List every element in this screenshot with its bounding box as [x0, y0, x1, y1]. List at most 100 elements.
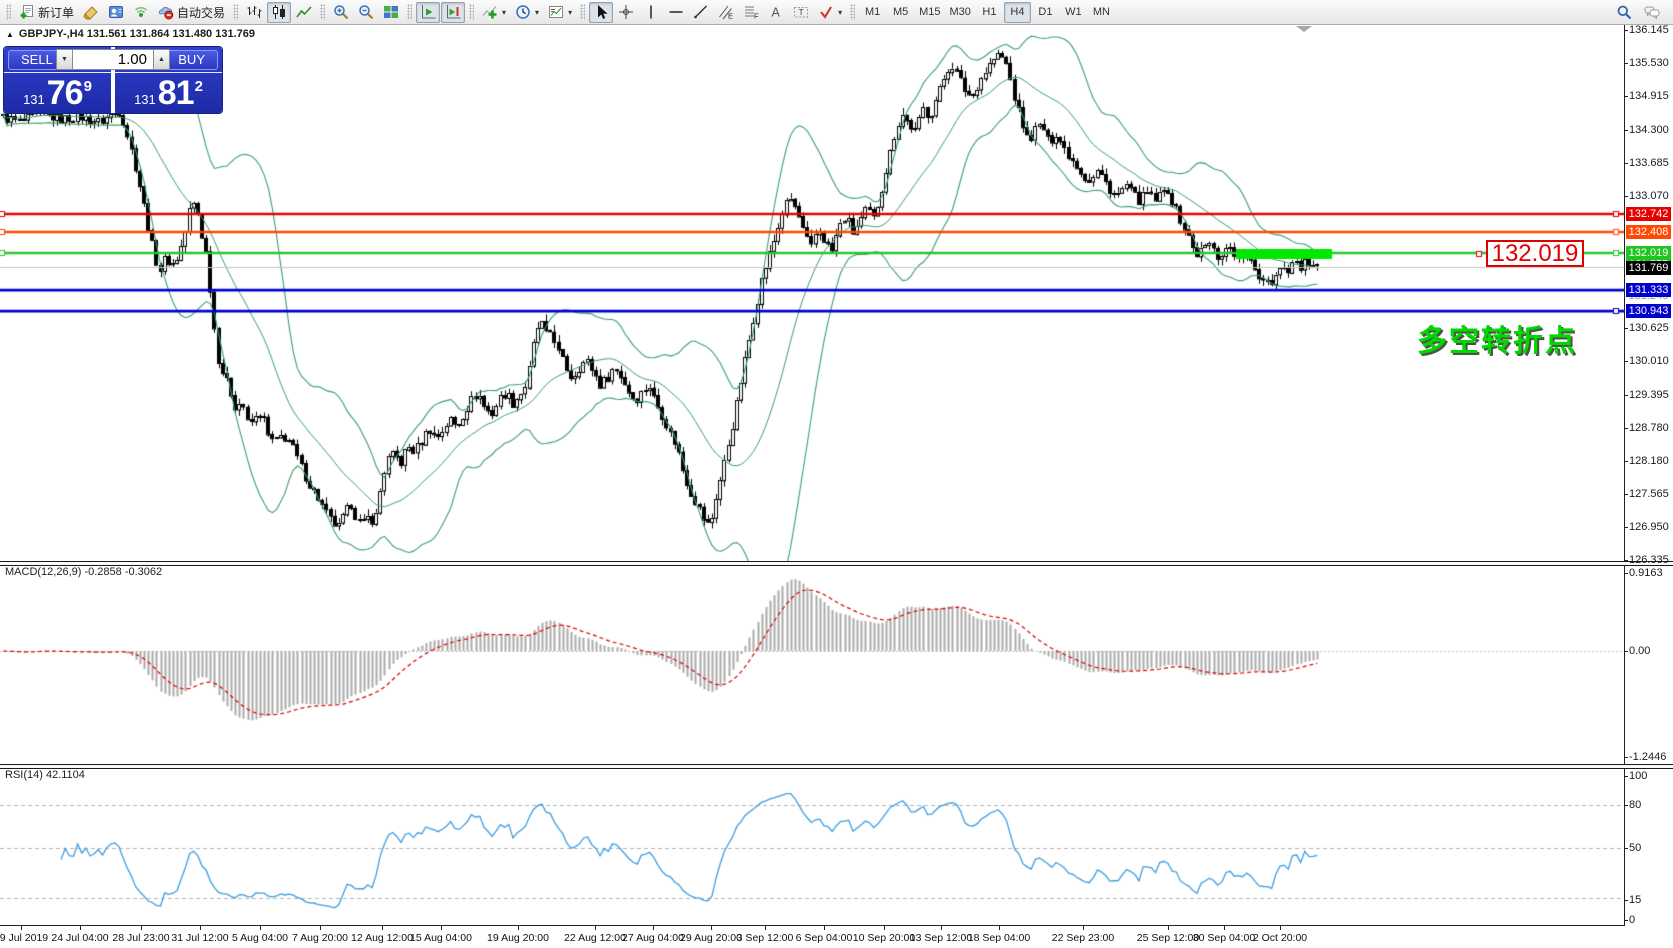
price-line-label: 131.333	[1626, 283, 1671, 297]
text-icon: A	[768, 4, 784, 20]
volume-decrease-button[interactable]: ▼	[56, 49, 73, 70]
buy-button[interactable]: BUY	[165, 50, 218, 70]
main-chart-canvas[interactable]	[0, 25, 1624, 561]
price-line-label: 132.019	[1626, 246, 1671, 260]
pane-separator[interactable]	[0, 561, 1673, 566]
time-tick-label: 27 Aug 04:00	[622, 932, 684, 944]
rsi-canvas[interactable]	[0, 767, 1624, 925]
time-tick-label: 18 Sep 04:00	[968, 932, 1030, 944]
vertical-line-button[interactable]	[639, 2, 663, 23]
eraser-button[interactable]	[79, 2, 103, 23]
price-line-label: 131.769	[1626, 261, 1671, 275]
time-tick-label: 31 Jul 12:00	[171, 932, 228, 944]
volume-increase-button[interactable]: ▲	[153, 49, 170, 70]
crosshair-button[interactable]	[614, 2, 638, 23]
price-tick-label: 135.530	[1629, 57, 1669, 69]
auto-scroll-button[interactable]	[416, 2, 440, 23]
time-tick-label: 25 Sep 12:00	[1137, 932, 1199, 944]
timeframe-W1-button[interactable]: W1	[1060, 2, 1087, 23]
time-tick-mark	[824, 926, 825, 930]
text-button[interactable]: A	[764, 2, 788, 23]
chart-window: ▲ GBPJPY-,H4 131.561 131.864 131.480 131…	[0, 25, 1673, 948]
macd-canvas[interactable]	[0, 564, 1624, 764]
toolbar: 新订单 自动交易 ▾ ▾ ▾ E FA T ▾ M1M5M15M30H1H4D1W1MN	[0, 0, 1673, 25]
one-click-trading-panel: SELL 131769 BUY 131812 ▼ ▲	[3, 46, 223, 114]
new-order-icon	[19, 4, 35, 20]
dropdown-arrow-icon[interactable]: ▾	[837, 8, 842, 17]
time-tick-label: 22 Sep 23:00	[1052, 932, 1114, 944]
time-tick-mark	[260, 926, 261, 930]
indicators-button[interactable]: ▾	[478, 2, 510, 23]
time-tick-mark	[1280, 926, 1281, 930]
svg-text:A: A	[772, 6, 781, 20]
collapse-trade-panel-icon[interactable]: ▲	[6, 30, 14, 39]
timeframe-D1-button[interactable]: D1	[1032, 2, 1059, 23]
buy-price: 131812	[115, 73, 222, 113]
toolbar-right-groups	[1612, 2, 1670, 23]
timeframe-M30-button[interactable]: M30	[946, 2, 975, 23]
time-tick-mark	[1168, 926, 1169, 930]
channel-button[interactable]: E	[714, 2, 738, 23]
templates-button[interactable]: ▾	[544, 2, 576, 23]
bar-chart-button[interactable]	[242, 2, 266, 23]
zoom-in-button[interactable]	[329, 2, 353, 23]
candlestick-chart-button[interactable]	[267, 2, 291, 23]
timeframe-H4-button[interactable]: H4	[1004, 2, 1031, 23]
auto-trading-button[interactable]: 自动交易	[154, 2, 229, 23]
arrows-button[interactable]: ▾	[814, 2, 846, 23]
tile-windows-icon	[383, 4, 399, 20]
tile-windows-button[interactable]	[379, 2, 403, 23]
time-tick-label: 19 Aug 20:00	[487, 932, 549, 944]
pane-separator[interactable]	[0, 764, 1673, 769]
price-tick-label: 128.780	[1629, 422, 1669, 434]
timeframe-M5-button[interactable]: M5	[887, 2, 914, 23]
chart-shift-button[interactable]	[441, 2, 465, 23]
zoom-out-icon	[358, 4, 374, 20]
price-tick-label: 100	[1629, 770, 1647, 782]
volume-input[interactable]	[73, 49, 153, 70]
zoom-out-button[interactable]	[354, 2, 378, 23]
search-icon	[1616, 4, 1632, 20]
time-tick-mark	[1083, 926, 1084, 930]
periods-button[interactable]: ▾	[511, 2, 543, 23]
price-tick-label: 130.625	[1629, 322, 1669, 334]
dropdown-arrow-icon[interactable]: ▾	[534, 8, 539, 17]
search-button[interactable]	[1612, 2, 1636, 23]
time-tick-mark	[711, 926, 712, 930]
channel-icon: E	[718, 4, 734, 20]
price-callout-label[interactable]: 132.019	[1486, 240, 1584, 267]
svg-text:T: T	[799, 7, 804, 17]
time-tick-mark	[1224, 926, 1225, 930]
trendline-button[interactable]	[689, 2, 713, 23]
timeframe-H1-button[interactable]: H1	[976, 2, 1003, 23]
time-tick-label: 29 Aug 20:00	[680, 932, 742, 944]
chinese-annotation-text[interactable]: 多空转折点	[1417, 316, 1577, 360]
price-line-label: 132.408	[1626, 225, 1671, 239]
signal-button[interactable]	[129, 2, 153, 23]
svg-text:E: E	[728, 12, 733, 21]
dropdown-arrow-icon[interactable]: ▾	[501, 8, 506, 17]
timeframe-M15-button[interactable]: M15	[915, 2, 944, 23]
time-axis[interactable]: 19 Jul 201924 Jul 04:0028 Jul 23:0031 Ju…	[0, 925, 1673, 948]
rsi-indicator-label: RSI(14) 42.1104	[5, 769, 85, 781]
horizontal-line-button[interactable]	[664, 2, 688, 23]
text-label-button[interactable]: T	[789, 2, 813, 23]
price-axis[interactable]: 136.145135.530134.915134.300133.685133.0…	[1624, 25, 1673, 948]
chart-shift-marker-icon[interactable]	[1296, 26, 1312, 32]
fibonacci-icon: F	[743, 4, 759, 20]
toolbar-grip	[580, 4, 585, 20]
volume-control: ▼ ▲	[56, 49, 170, 70]
line-chart-button[interactable]	[292, 2, 316, 23]
vertical-line-icon	[643, 4, 659, 20]
fibonacci-button[interactable]: F	[739, 2, 763, 23]
timeframe-MN-button[interactable]: MN	[1088, 2, 1115, 23]
price-tick-label: 0.9163	[1629, 567, 1663, 579]
time-tick-mark	[382, 926, 383, 930]
dropdown-arrow-icon[interactable]: ▾	[567, 8, 572, 17]
cursor-button[interactable]	[589, 2, 613, 23]
chat-button[interactable]	[1640, 2, 1664, 23]
timeframe-M1-button[interactable]: M1	[859, 2, 886, 23]
sell-price-prefix: 131	[23, 92, 45, 107]
profiles-button[interactable]	[104, 2, 128, 23]
new-order-button[interactable]: 新订单	[15, 2, 78, 23]
